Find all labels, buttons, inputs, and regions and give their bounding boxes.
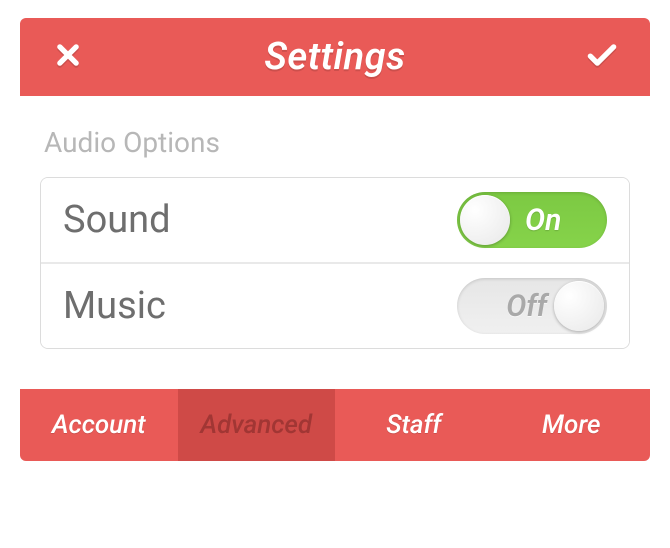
section-title: Audio Options	[44, 126, 630, 159]
check-icon	[585, 41, 619, 73]
music-toggle-state: Off	[506, 289, 547, 324]
page-title: Settings	[264, 35, 405, 79]
tab-advanced[interactable]: Advanced	[178, 389, 336, 461]
tab-account[interactable]: Account	[20, 389, 178, 461]
tab-bar: Account Advanced Staff More	[20, 389, 650, 461]
music-toggle[interactable]: Off	[457, 278, 607, 334]
header-bar: Settings	[20, 18, 650, 96]
sound-row: Sound On	[41, 178, 629, 262]
sound-toggle-state: On	[525, 203, 561, 238]
settings-panel: Settings Audio Options Sound On Music	[20, 18, 650, 461]
toggle-knob-icon	[554, 281, 604, 331]
confirm-button[interactable]	[582, 37, 622, 77]
toggle-knob-icon	[460, 195, 510, 245]
tab-staff[interactable]: Staff	[335, 389, 493, 461]
content-area: Audio Options Sound On Music Off	[20, 96, 650, 389]
music-label: Music	[63, 284, 166, 328]
close-icon	[54, 41, 82, 73]
close-button[interactable]	[48, 37, 88, 77]
audio-options-group: Sound On Music Off	[40, 177, 630, 349]
music-row: Music Off	[41, 262, 629, 348]
sound-toggle[interactable]: On	[457, 192, 607, 248]
sound-label: Sound	[63, 198, 171, 242]
tab-more[interactable]: More	[493, 389, 651, 461]
